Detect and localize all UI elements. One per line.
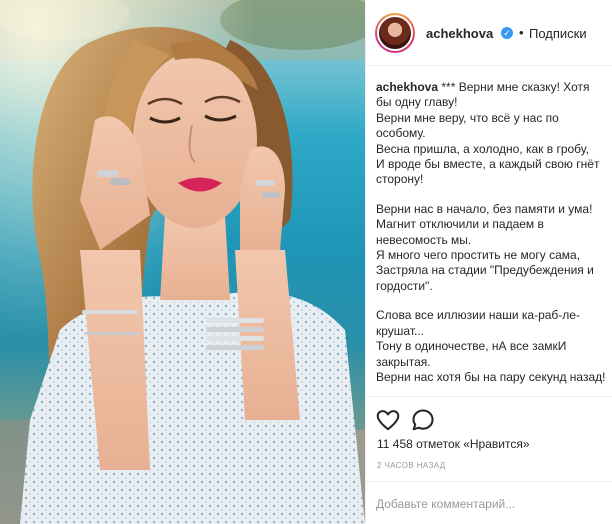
caption-username[interactable]: achekhova [376, 80, 438, 94]
caption-paragraph: Слова все иллюзии наши ка-раб-ле-крушат.… [376, 308, 606, 384]
post-header: achekhova ✓ • Подписки [366, 0, 612, 66]
like-button[interactable] [375, 407, 401, 433]
photo-illustration [0, 0, 365, 524]
post-side-panel: achekhova ✓ • Подписки achekhova *** Вер… [365, 0, 612, 524]
comment-button[interactable] [410, 407, 436, 433]
avatar-image [377, 15, 413, 51]
caption-paragraph: achekhova *** Верни мне сказку! Хотя бы … [376, 80, 608, 188]
heart-icon [376, 410, 400, 431]
header-username[interactable]: achekhova [426, 26, 493, 41]
comment-input[interactable] [376, 493, 601, 515]
avatar[interactable] [375, 13, 415, 53]
likes-count[interactable]: 11 458 отметок «Нравится» [377, 437, 530, 451]
following-button[interactable]: Подписки [529, 26, 587, 41]
post-timestamp[interactable]: 2 ЧАСОВ НАЗАД [377, 461, 446, 470]
post-caption: achekhova *** Верни мне сказку! Хотя бы … [376, 80, 608, 385]
verified-badge-icon: ✓ [501, 27, 513, 39]
post-photo[interactable] [0, 0, 365, 524]
comment-box [366, 481, 612, 524]
comment-bubble-icon [412, 409, 434, 431]
caption-paragraph: Верни нас в начало, без памяти и ума! Ма… [376, 201, 594, 293]
header-separator: • [519, 25, 524, 40]
caption-text: *** Верни мне сказку! Хотя бы одну главу… [376, 80, 600, 187]
post-actions: 11 458 отметок «Нравится» 2 ЧАСОВ НАЗАД [366, 396, 612, 524]
